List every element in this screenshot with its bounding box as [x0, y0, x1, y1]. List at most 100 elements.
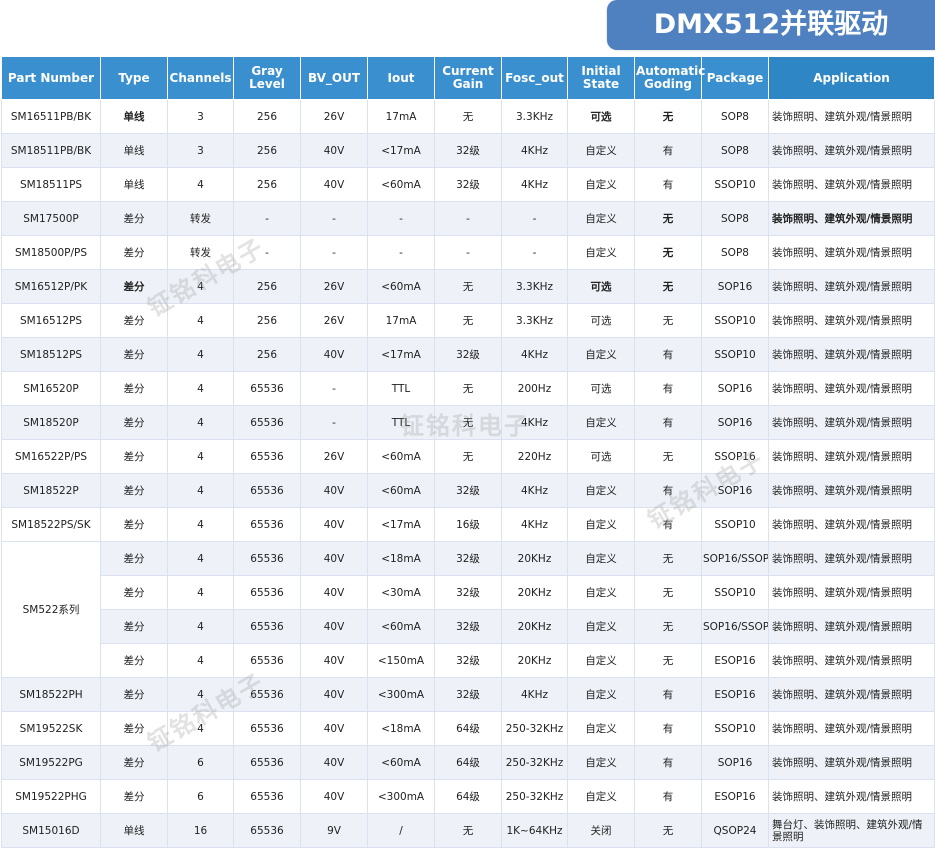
- cell-automatic-goding: 无: [635, 236, 702, 270]
- cell-iout: <60mA: [368, 474, 435, 508]
- cell-automatic-goding: 无: [635, 644, 702, 678]
- cell-application: 装饰照明、建筑外观/情景照明: [769, 644, 935, 678]
- header-channels: Channels: [168, 57, 234, 100]
- cell-bv-out: 9V: [301, 814, 368, 848]
- cell-channels: 4: [168, 712, 234, 746]
- cell-automatic-goding: 无: [635, 576, 702, 610]
- header-type: Type: [101, 57, 168, 100]
- cell-bv-out: -: [301, 406, 368, 440]
- cell-bv-out: -: [301, 202, 368, 236]
- cell-package: SOP8: [702, 100, 769, 134]
- cell-type: 单线: [101, 814, 168, 848]
- header-automatic-goding: Automatic Goding: [635, 57, 702, 100]
- cell-fosc-out: 20KHz: [502, 644, 568, 678]
- cell-type: 差分: [101, 440, 168, 474]
- cell-iout: <17mA: [368, 134, 435, 168]
- cell-application: 装饰照明、建筑外观/情景照明: [769, 440, 935, 474]
- cell-part-number: SM18522PS/SK: [2, 508, 101, 542]
- header-initial-state: Initial State: [568, 57, 635, 100]
- cell-current-gain: 无: [435, 440, 502, 474]
- cell-part-number: SM18520P: [2, 406, 101, 440]
- cell-current-gain: 32级: [435, 678, 502, 712]
- cell-type: 差分: [101, 746, 168, 780]
- cell-current-gain: -: [435, 236, 502, 270]
- cell-channels: 4: [168, 678, 234, 712]
- table-row: SM16520P差分465536-TTL无200Hz可选有SOP16装饰照明、建…: [2, 372, 935, 406]
- cell-channels: 4: [168, 576, 234, 610]
- cell-automatic-goding: 有: [635, 678, 702, 712]
- header-part-number: Part Number: [2, 57, 101, 100]
- cell-application: 装饰照明、建筑外观/情景照明: [769, 236, 935, 270]
- cell-initial-state: 自定义: [568, 610, 635, 644]
- cell-package: ESOP16: [702, 644, 769, 678]
- cell-iout: <60mA: [368, 270, 435, 304]
- cell-part-number: SM18511PS: [2, 168, 101, 202]
- cell-application: 装饰照明、建筑外观/情景照明: [769, 712, 935, 746]
- cell-application: 装饰照明、建筑外观/情景照明: [769, 746, 935, 780]
- table-row: SM18512PS差分425640V<17mA32级4KHz自定义有SSOP10…: [2, 338, 935, 372]
- cell-type: 差分: [101, 236, 168, 270]
- cell-package: SSOP10: [702, 304, 769, 338]
- cell-initial-state: 自定义: [568, 134, 635, 168]
- cell-automatic-goding: 无: [635, 814, 702, 848]
- table-row: SM17500P差分转发-----自定义无SOP8装饰照明、建筑外观/情景照明: [2, 202, 935, 236]
- cell-gray-level: 256: [234, 304, 301, 338]
- cell-current-gain: 64级: [435, 712, 502, 746]
- cell-iout: <300mA: [368, 780, 435, 814]
- cell-current-gain: 32级: [435, 542, 502, 576]
- cell-iout: <18mA: [368, 542, 435, 576]
- table-row: SM18511PB/BK单线325640V<17mA32级4KHz自定义有SOP…: [2, 134, 935, 168]
- cell-automatic-goding: 有: [635, 134, 702, 168]
- cell-part-number: SM17500P: [2, 202, 101, 236]
- cell-type: 差分: [101, 202, 168, 236]
- table-row: SM16522P/PS差分46553626V<60mA无220Hz可选无SSOP…: [2, 440, 935, 474]
- cell-iout: 17mA: [368, 100, 435, 134]
- cell-type: 单线: [101, 168, 168, 202]
- cell-part-number: SM16512P/PK: [2, 270, 101, 304]
- header-application: Application: [769, 57, 935, 100]
- cell-initial-state: 自定义: [568, 236, 635, 270]
- cell-part-number: SM19522PHG: [2, 780, 101, 814]
- cell-gray-level: 65536: [234, 780, 301, 814]
- cell-package: SSOP10: [702, 338, 769, 372]
- cell-package: SOP16/SSOP10: [702, 542, 769, 576]
- cell-automatic-goding: 无: [635, 542, 702, 576]
- cell-gray-level: 256: [234, 338, 301, 372]
- cell-channels: 4: [168, 542, 234, 576]
- cell-automatic-goding: 有: [635, 712, 702, 746]
- cell-automatic-goding: 有: [635, 474, 702, 508]
- cell-package: SOP16: [702, 406, 769, 440]
- cell-channels: 4: [168, 474, 234, 508]
- cell-part-number: SM18522PH: [2, 678, 101, 712]
- cell-current-gain: 32级: [435, 644, 502, 678]
- cell-application: 装饰照明、建筑外观/情景照明: [769, 100, 935, 134]
- table-row: 差分46553640V<60mA32级20KHz自定义无SOP16/SSOP10…: [2, 610, 935, 644]
- cell-channels: 16: [168, 814, 234, 848]
- cell-gray-level: 65536: [234, 576, 301, 610]
- cell-current-gain: 无: [435, 814, 502, 848]
- cell-package: SSOP16: [702, 440, 769, 474]
- cell-package: SOP16: [702, 372, 769, 406]
- cell-fosc-out: 20KHz: [502, 576, 568, 610]
- cell-channels: 转发: [168, 236, 234, 270]
- cell-package: SOP16/SSOP10: [702, 610, 769, 644]
- cell-channels: 4: [168, 304, 234, 338]
- cell-iout: <17mA: [368, 508, 435, 542]
- cell-package: SSOP10: [702, 712, 769, 746]
- cell-bv-out: 26V: [301, 100, 368, 134]
- cell-part-number: SM18512PS: [2, 338, 101, 372]
- header-package: Package: [702, 57, 769, 100]
- cell-part-number: SM16511PB/BK: [2, 100, 101, 134]
- cell-package: QSOP24: [702, 814, 769, 848]
- cell-current-gain: 32级: [435, 168, 502, 202]
- cell-bv-out: 40V: [301, 644, 368, 678]
- cell-gray-level: 256: [234, 168, 301, 202]
- cell-current-gain: 64级: [435, 780, 502, 814]
- cell-iout: <60mA: [368, 168, 435, 202]
- cell-iout: 17mA: [368, 304, 435, 338]
- cell-automatic-goding: 无: [635, 440, 702, 474]
- cell-iout: -: [368, 202, 435, 236]
- cell-channels: 3: [168, 100, 234, 134]
- cell-package: ESOP16: [702, 780, 769, 814]
- header-gray-level: Gray Level: [234, 57, 301, 100]
